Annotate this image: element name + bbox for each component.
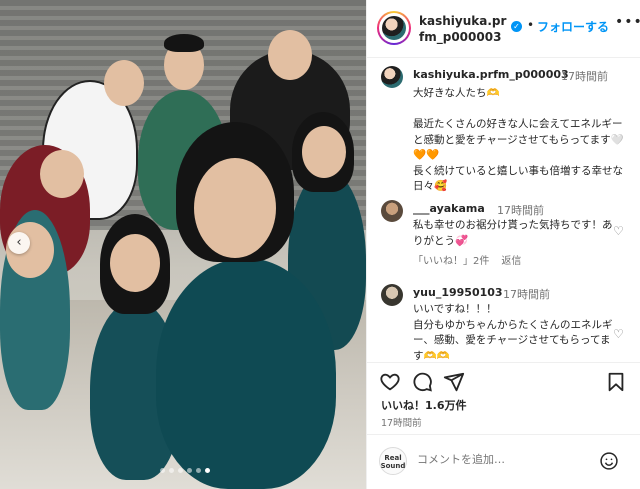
comment-time: 17時間前	[503, 288, 550, 301]
story-ring[interactable]	[377, 11, 411, 45]
photo-person-head	[40, 150, 84, 198]
comment-avatar[interactable]	[381, 284, 403, 306]
post-side-panel: kashiyuka.prfm_p000003 ✓ • フォローする ••• ka…	[366, 0, 640, 489]
carousel-dot	[178, 468, 183, 473]
share-icon[interactable]	[443, 371, 465, 393]
comment-username[interactable]: yuu_19950103	[413, 286, 503, 299]
comment-text: いいですね！！！ 自分もゆかちゃんからたくさんのエネルギー、感動、愛をチャージさ…	[413, 303, 613, 362]
carousel-dot	[196, 468, 201, 473]
caption-username[interactable]: kashiyuka.prfm_p000003	[413, 68, 569, 81]
comment-icon[interactable]	[411, 371, 433, 393]
photo-person-head	[302, 126, 346, 178]
current-user-avatar: Real Sound	[379, 447, 407, 475]
verified-badge-icon: ✓	[511, 21, 522, 32]
reply-button[interactable]: 返信	[501, 256, 521, 267]
comment-text: 私も幸せのお裾分け貰った気持ちです！ありがとう💞	[413, 219, 613, 247]
comment-likes-count[interactable]: 「いいね！」2件	[413, 256, 489, 267]
header-username[interactable]: kashiyuka.prfm_p000003	[419, 13, 511, 45]
comments-section[interactable]: kashiyuka.prfm_p000003 17時間前 大好きな人たち🫶 最近…	[367, 58, 640, 362]
comment-username[interactable]: ___ayakama	[413, 202, 485, 215]
likes-count[interactable]: いいね！1.6万件	[381, 397, 467, 413]
post-photo[interactable]: ‹	[0, 0, 366, 489]
instagram-post: ‹ kashiyuka.prfm_p000003 ✓ • フォローする ••• …	[0, 0, 640, 489]
post-actions: いいね！1.6万件 17時間前	[367, 362, 640, 434]
emoji-icon[interactable]	[599, 451, 619, 471]
header-separator: •	[527, 18, 535, 32]
photo-person-hair	[164, 34, 204, 52]
caption-avatar[interactable]	[381, 66, 403, 88]
heart-icon[interactable]	[379, 371, 401, 393]
photo-person-head	[194, 158, 276, 258]
comment-time: 17時間前	[497, 204, 544, 217]
photo-person-head	[268, 30, 312, 80]
post-time: 17時間前	[381, 418, 422, 429]
comment-like-icon[interactable]: ♡	[613, 225, 625, 237]
photo-person-head	[110, 234, 160, 292]
add-comment-bar: Real Sound	[367, 434, 640, 489]
follow-button[interactable]: フォローする	[537, 18, 609, 35]
photo-person-head	[104, 60, 144, 106]
carousel-dot	[205, 468, 210, 473]
bookmark-icon[interactable]	[605, 371, 627, 393]
avatar	[382, 16, 406, 40]
caption-text: 大好きな人たち🫶 最近たくさんの好きな人に会えてエネルギーと感動と愛をチャージさ…	[413, 87, 624, 192]
carousel-dot	[169, 468, 174, 473]
carousel-dot	[160, 468, 165, 473]
photo-person	[156, 258, 336, 489]
comment-like-icon[interactable]: ♡	[613, 328, 625, 340]
comment-input[interactable]	[417, 453, 587, 466]
caption-time: 17時間前	[561, 70, 608, 83]
carousel-indicator	[160, 468, 210, 473]
story-ring-inner	[379, 13, 409, 43]
comment-meta: 「いいね！」2件 返信	[413, 252, 533, 267]
comment-avatar[interactable]	[381, 200, 403, 222]
carousel-dot	[187, 468, 192, 473]
post-header: kashiyuka.prfm_p000003 ✓ • フォローする •••	[367, 0, 640, 58]
carousel-prev-button[interactable]: ‹	[8, 232, 30, 254]
more-horizontal-icon[interactable]: •••	[615, 14, 640, 30]
